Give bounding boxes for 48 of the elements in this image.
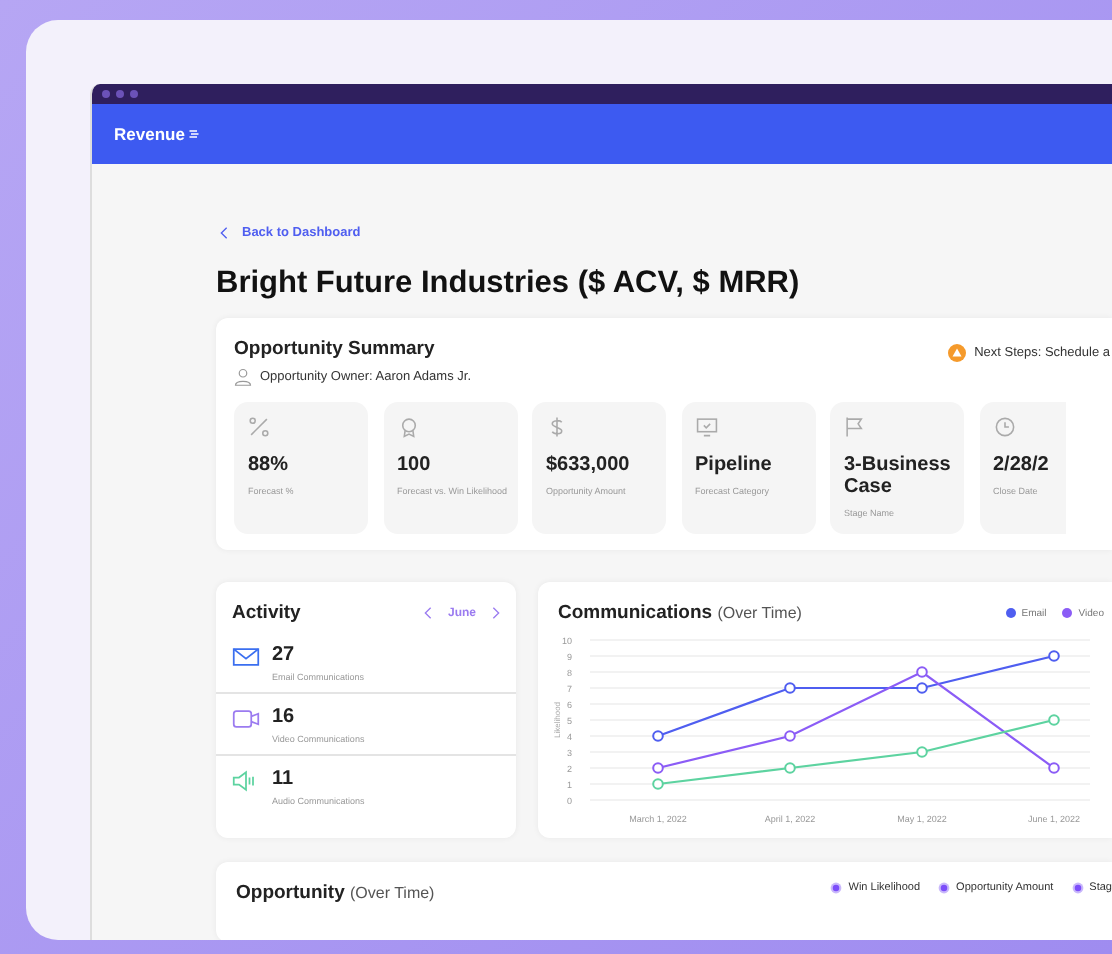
speaker-icon — [232, 770, 260, 792]
window-dot-icon — [116, 90, 124, 98]
logo-text: Revenue — [114, 124, 185, 144]
data-point — [916, 666, 928, 678]
card-title: Communications (Over Time) — [558, 602, 802, 624]
monitor-icon — [695, 416, 717, 438]
window-dot-icon — [102, 90, 110, 98]
legend-dot-icon — [938, 882, 951, 894]
logo-lines-icon — [188, 128, 201, 140]
page-title: Bright Future Industries ($ ACV, $ MRR) — [216, 266, 802, 302]
activity-count: 27 — [272, 644, 297, 666]
clock-icon — [993, 416, 1015, 438]
legend-dot-icon — [1071, 882, 1084, 894]
metric-value: Pipeline — [695, 454, 774, 476]
chevron-right-icon[interactable] — [492, 606, 500, 620]
metric-value: 100 — [397, 454, 433, 476]
data-point — [652, 730, 664, 742]
flag-icon — [844, 416, 866, 438]
metric-value: 3-Business Case — [844, 454, 953, 498]
metric-value: $633,000 — [546, 454, 632, 476]
activity-count: 11 — [272, 768, 296, 790]
activity-count: 16 — [272, 706, 297, 728]
metric-value: 88% — [248, 454, 291, 476]
envelope-icon — [232, 646, 260, 668]
data-point — [652, 762, 664, 774]
data-point — [784, 730, 796, 742]
card-title: Activity — [232, 602, 301, 624]
data-point — [916, 746, 928, 758]
legend-dot-icon — [830, 882, 843, 894]
award-icon — [397, 416, 419, 438]
warning-icon — [948, 343, 967, 361]
chevron-left-icon[interactable] — [423, 606, 432, 620]
user-icon — [234, 368, 252, 386]
data-point — [916, 682, 928, 694]
percent-icon — [248, 416, 270, 438]
data-point — [652, 778, 664, 790]
data-point — [1048, 650, 1060, 662]
window-dot-icon — [130, 90, 138, 98]
chevron-left-icon — [220, 226, 228, 240]
data-point — [784, 762, 796, 774]
data-point — [784, 682, 796, 694]
data-point — [1048, 762, 1060, 774]
card-title: Opportunity Summary — [234, 338, 437, 360]
data-point — [1048, 714, 1060, 726]
card-title: Opportunity (Over Time) — [236, 882, 435, 904]
video-camera-icon — [232, 708, 260, 730]
dollar-icon — [546, 416, 568, 438]
metric-value: 2/28/2 — [993, 454, 1051, 476]
